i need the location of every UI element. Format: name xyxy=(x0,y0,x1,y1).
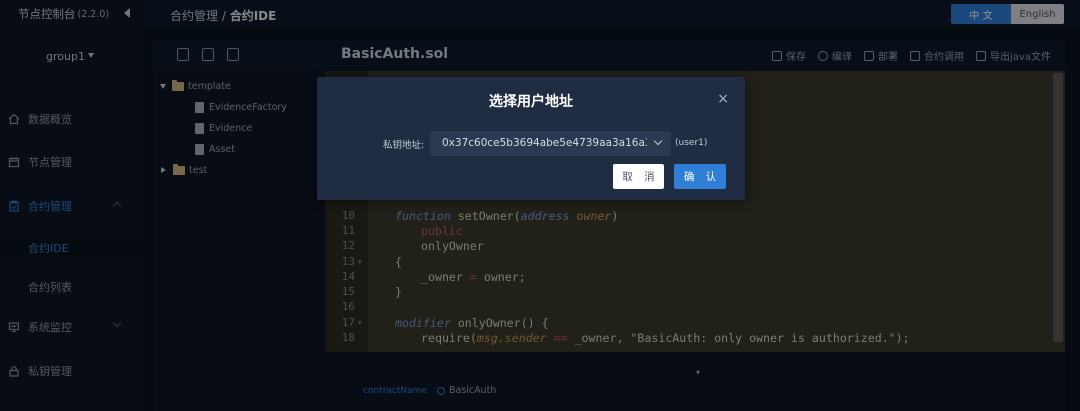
private-key-value: 0x37c60ce5b3694abe5e4739aa3a16a390da xyxy=(442,137,647,149)
dialog-title: 选择用户地址 xyxy=(489,94,573,110)
private-key-select[interactable]: 0x37c60ce5b3694abe5e4739aa3a16a390da xyxy=(430,131,671,156)
private-key-label: 私钥地址: xyxy=(383,140,425,151)
cancel-button[interactable]: 取 消 xyxy=(613,164,664,189)
modal-overlay[interactable] xyxy=(0,0,1080,411)
private-key-user: (user1) xyxy=(675,138,708,148)
select-user-address-dialog: 选择用户地址 × 私钥地址: 0x37c60ce5b3694abe5e4739a… xyxy=(317,77,745,200)
chevron-down-icon xyxy=(653,136,663,146)
close-icon[interactable]: × xyxy=(717,91,729,107)
confirm-button[interactable]: 确 认 xyxy=(674,164,726,189)
